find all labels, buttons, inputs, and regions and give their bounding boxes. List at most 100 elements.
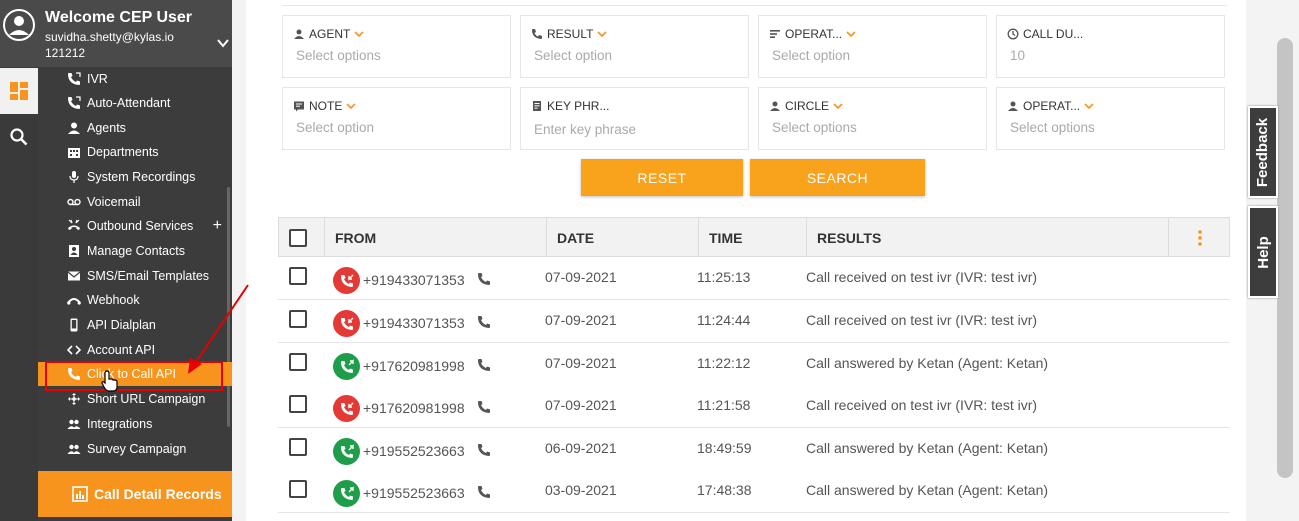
table-row[interactable]: +919552523663 03-09-2021 17:48:38 Call answ… bbox=[278, 470, 1230, 513]
user-panel[interactable]: Welcome CEP User suvidha.shetty@kylas.io… bbox=[0, 0, 232, 67]
agent-filter[interactable]: AGENT Select options bbox=[282, 15, 511, 78]
answered-call-icon bbox=[333, 353, 360, 380]
note-filter[interactable]: NOTE Select option bbox=[282, 87, 511, 150]
row-checkbox[interactable] bbox=[289, 310, 307, 328]
headset-person-icon bbox=[770, 101, 780, 111]
column-header-from[interactable]: FROM bbox=[324, 218, 546, 258]
call-icon[interactable] bbox=[477, 272, 491, 286]
from-number: +919433071353 bbox=[363, 272, 465, 288]
call-icon[interactable] bbox=[477, 443, 491, 457]
outbound-icon bbox=[66, 218, 82, 234]
key-phrase-filter-label: KEY PHR... bbox=[547, 99, 610, 113]
column-options-icon[interactable] bbox=[1168, 218, 1230, 258]
code-icon bbox=[66, 342, 82, 358]
sidebar-item-survey-campaign[interactable]: Survey Campaign bbox=[38, 437, 232, 461]
call-result: Call received on test ivr (IVR: test ivr… bbox=[806, 269, 1038, 285]
sidebar-item-label: Survey Campaign bbox=[87, 442, 187, 456]
sidebar-item-voicemail[interactable]: Voicemail bbox=[38, 190, 232, 214]
operator-filter[interactable]: OPERAT... Select option bbox=[758, 15, 987, 78]
sidebar-item-label: Short URL Campaign bbox=[87, 392, 206, 406]
row-checkbox[interactable] bbox=[289, 438, 307, 456]
filter-top-row-edge bbox=[282, 0, 1227, 6]
phone-forward-icon bbox=[66, 95, 82, 111]
annotation-highlight-box bbox=[45, 361, 223, 391]
sidebar-item-departments[interactable]: Departments bbox=[38, 140, 232, 164]
from-number: +919552523663 bbox=[363, 485, 465, 501]
sidebar-item-label: Departments bbox=[87, 145, 159, 159]
agent-filter-value: Select options bbox=[296, 48, 381, 63]
call-detail-records-button[interactable]: Call Detail Records bbox=[38, 471, 232, 517]
reset-button[interactable]: RESET bbox=[581, 159, 743, 196]
sidebar-item-auto-attendant[interactable]: Auto-Attendant bbox=[38, 91, 232, 115]
user-email: suvidha.shetty@kylas.io bbox=[45, 30, 174, 44]
table-row[interactable]: +917620981998 07-09-2021 11:21:58 Call rece… bbox=[278, 385, 1230, 428]
sidebar-item-label: System Recordings bbox=[87, 170, 196, 184]
table-row[interactable]: +919433071353 07-09-2021 11:24:44 Call rece… bbox=[278, 300, 1230, 343]
search-button[interactable]: SEARCH bbox=[750, 159, 925, 196]
sidebar-item-label: Voicemail bbox=[87, 195, 141, 209]
microphone-icon bbox=[66, 169, 82, 185]
missed-call-icon bbox=[333, 310, 360, 337]
sidebar-item-system-recordings[interactable]: System Recordings bbox=[38, 165, 232, 189]
sidebar-item-integrations[interactable]: Integrations bbox=[38, 412, 232, 436]
feedback-tab-label: Feedback bbox=[1254, 117, 1272, 187]
column-header-results[interactable]: RESULTS bbox=[806, 218, 1168, 258]
operator-circle-filter-value: Select options bbox=[1010, 120, 1095, 135]
table-row[interactable]: +917620981998 07-09-2021 11:22:12 Call answ… bbox=[278, 343, 1230, 386]
call-duration-filter[interactable]: CALL DU... 10 bbox=[996, 15, 1225, 78]
hand-cursor-icon bbox=[101, 370, 118, 392]
chevron-down-icon bbox=[1084, 103, 1094, 110]
note-icon bbox=[294, 101, 304, 112]
page-scrollbar-thumb[interactable] bbox=[1277, 38, 1293, 478]
result-filter-label: RESULT bbox=[547, 27, 594, 41]
row-checkbox[interactable] bbox=[289, 395, 307, 413]
row-checkbox[interactable] bbox=[289, 267, 307, 285]
sidebar-item-ivr[interactable]: IVR bbox=[38, 67, 232, 91]
missed-call-icon bbox=[333, 267, 360, 294]
avatar bbox=[3, 9, 35, 41]
from-number: +917620981998 bbox=[363, 400, 465, 416]
note-filter-value: Select option bbox=[296, 120, 375, 135]
row-checkbox[interactable] bbox=[289, 353, 307, 371]
contacts-icon bbox=[66, 243, 82, 259]
sidebar-item-label: IVR bbox=[87, 72, 108, 86]
column-header-date[interactable]: DATE bbox=[546, 218, 698, 258]
circle-filter[interactable]: CIRCLE Select options bbox=[758, 87, 987, 150]
feedback-tab[interactable]: Feedback bbox=[1248, 106, 1278, 198]
dashboard-icon[interactable] bbox=[0, 68, 38, 114]
result-filter[interactable]: RESULT Select option bbox=[520, 15, 749, 78]
operator-filter-value: Select option bbox=[772, 48, 851, 63]
answered-call-icon bbox=[333, 480, 360, 507]
call-result: Call answered by Ketan (Agent: Ketan) bbox=[806, 440, 1049, 456]
call-icon[interactable] bbox=[477, 400, 491, 414]
key-phrase-filter[interactable]: KEY PHR... Enter key phrase bbox=[520, 87, 749, 150]
call-duration-filter-value: 10 bbox=[1010, 48, 1026, 63]
table-row[interactable]: +919433071353 07-09-2021 11:25:13 Call rece… bbox=[278, 257, 1230, 300]
select-all-checkbox[interactable] bbox=[289, 229, 307, 247]
call-date: 07-09-2021 bbox=[545, 312, 617, 328]
help-tab[interactable]: Help bbox=[1248, 206, 1278, 298]
sidebar-item-agents[interactable]: Agents bbox=[38, 116, 232, 140]
call-result: Call answered by Ketan (Agent: Ketan) bbox=[806, 482, 1049, 498]
operator-circle-filter[interactable]: OPERAT... Select options bbox=[996, 87, 1225, 150]
call-icon[interactable] bbox=[477, 315, 491, 329]
missed-call-icon bbox=[333, 395, 360, 422]
expand-plus-icon[interactable]: + bbox=[213, 217, 222, 235]
sidebar-item-manage-contacts[interactable]: Manage Contacts bbox=[38, 239, 232, 263]
row-checkbox[interactable] bbox=[289, 480, 307, 498]
search-icon[interactable] bbox=[0, 114, 38, 160]
call-date: 06-09-2021 bbox=[545, 440, 617, 456]
call-time: 11:21:58 bbox=[697, 397, 751, 413]
call-icon[interactable] bbox=[477, 358, 491, 372]
chevron-down-icon bbox=[833, 103, 843, 110]
sidebar-item-outbound-services[interactable]: Outbound Services + bbox=[38, 214, 232, 238]
call-date: 03-09-2021 bbox=[545, 482, 617, 498]
key-phrase-input[interactable]: Enter key phrase bbox=[534, 122, 636, 137]
table-row[interactable]: +919552523663 06-09-2021 18:49:59 Call answ… bbox=[278, 428, 1230, 471]
person-icon bbox=[66, 120, 82, 136]
clock-icon bbox=[1007, 28, 1019, 40]
chevron-down-icon[interactable] bbox=[216, 36, 230, 50]
call-icon[interactable] bbox=[477, 485, 491, 499]
column-header-time[interactable]: TIME bbox=[698, 218, 806, 258]
agent-filter-label: AGENT bbox=[309, 27, 351, 41]
